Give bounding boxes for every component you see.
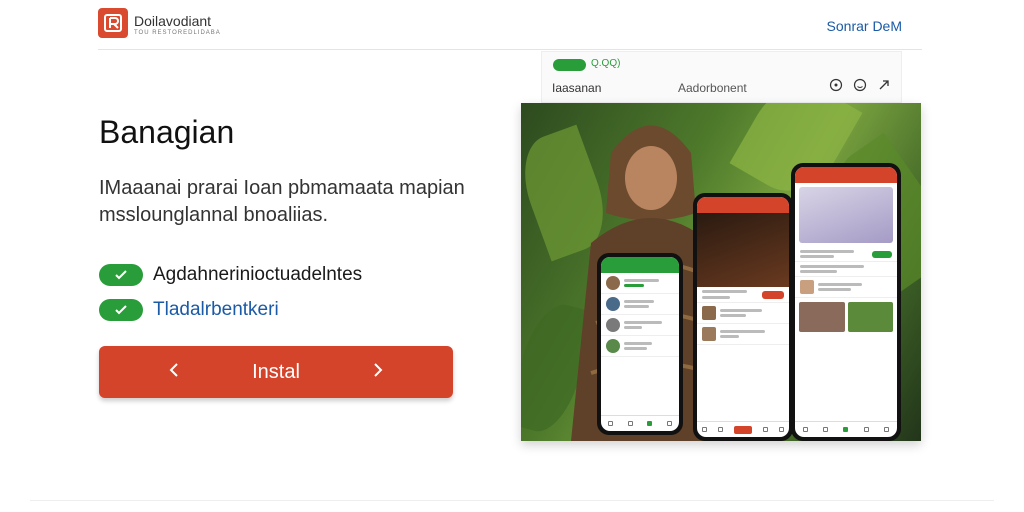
landing-page: Doilavodiant TOU RESTOREDLIDABA Sonrar D… (0, 0, 1024, 512)
screen-header (697, 197, 789, 213)
brand-name[interactable]: Doilavodiant (134, 13, 211, 29)
share-icon[interactable] (877, 78, 891, 97)
feature-item-1: Agdahnerinioctuadelntes (99, 264, 362, 286)
phone-mockup-center (693, 193, 793, 441)
status-text: Q.QQ) (591, 58, 621, 69)
screen-header (601, 257, 679, 273)
demo-link[interactable]: Sonrar DeM (827, 18, 902, 34)
preview-header: Q.QQ) Iaasanan Aadorbonent (541, 51, 902, 103)
divider (30, 500, 994, 501)
logo-icon[interactable] (98, 8, 128, 38)
install-button[interactable]: Instal (99, 346, 453, 398)
feature-label: Agdahnerinioctuadelntes (153, 264, 363, 285)
check-icon (99, 299, 143, 321)
preview-mid-label: Aadorbonent (678, 81, 747, 95)
hero-description: IMaaanai prarai Ioan pbmamaata mapian ms… (99, 177, 465, 226)
feature-item-2: Tladalrbentkeri (99, 299, 279, 321)
screen-header (795, 167, 897, 183)
circle-icon[interactable] (829, 78, 843, 97)
chevron-left-icon (169, 362, 179, 383)
install-label: Instal (252, 360, 300, 383)
feature-label: Tladalrbentkeri (153, 299, 279, 320)
status-pill (553, 59, 586, 71)
brand-tagline: TOU RESTOREDLIDABA (134, 30, 221, 36)
check-icon (99, 264, 143, 286)
hero-title: Banagian (99, 114, 235, 150)
emoji-icon[interactable] (853, 78, 867, 97)
top-navigation-bar: Doilavodiant TOU RESTOREDLIDABA Sonrar D… (98, 0, 922, 50)
phone-mockup-right (791, 163, 901, 441)
hero-photo (521, 103, 921, 441)
preview-left-label: Iaasanan (552, 81, 602, 95)
preview-toolbar (829, 78, 891, 97)
chevron-right-icon (373, 362, 383, 383)
phone-mockup-left (597, 253, 683, 435)
